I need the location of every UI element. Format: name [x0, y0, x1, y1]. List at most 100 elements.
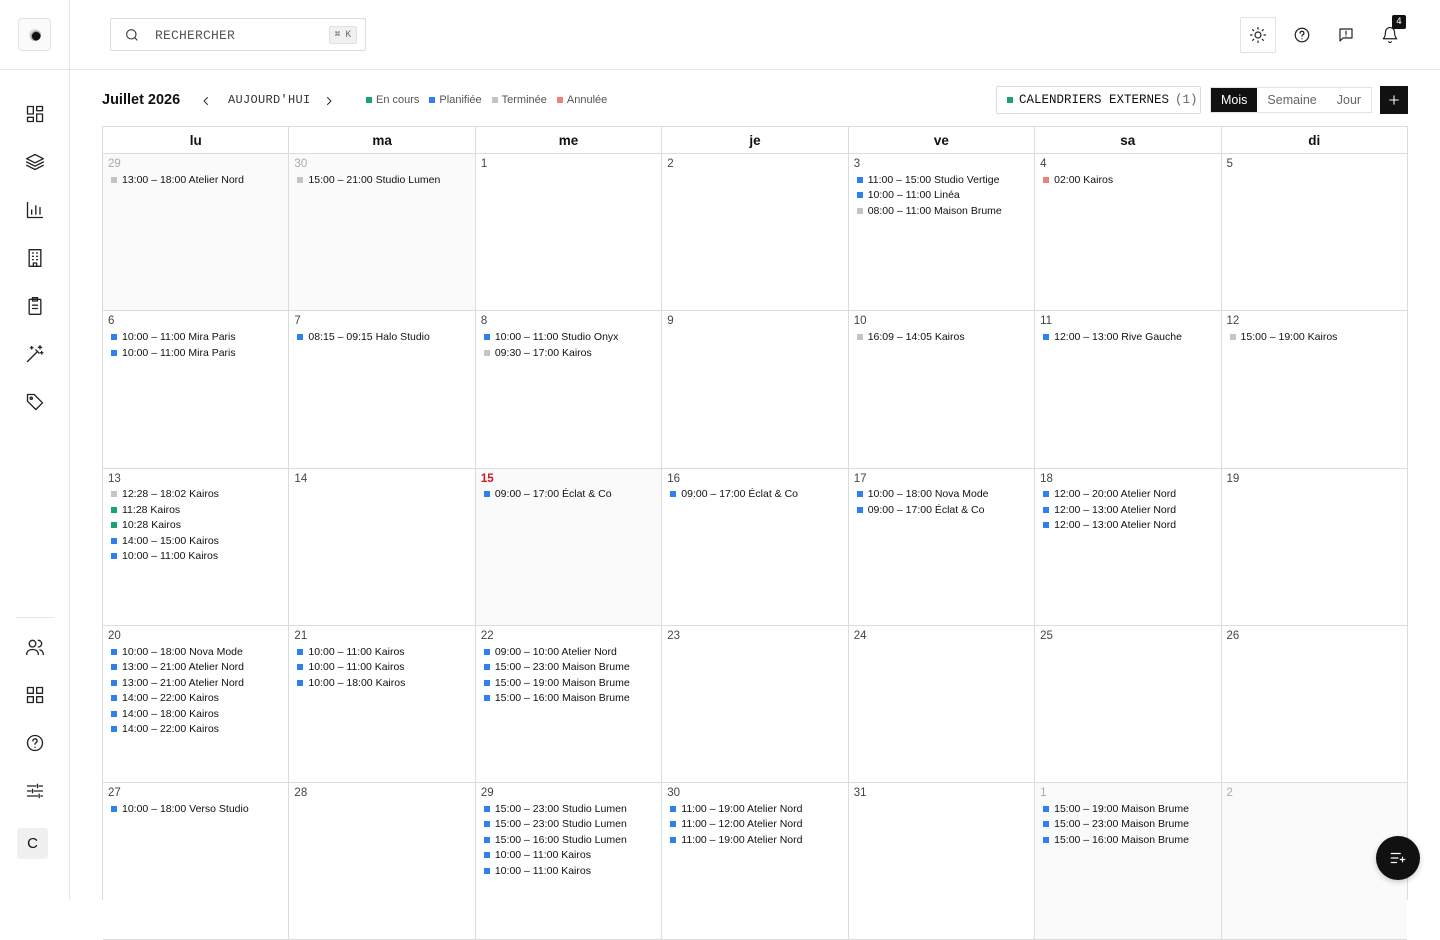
view-month-button[interactable]: Mois	[1211, 88, 1258, 112]
calendar-event[interactable]: 15:00 – 23:00 Maison Brume	[481, 659, 656, 675]
calendar-event[interactable]: 09:00 – 10:00 Atelier Nord	[481, 644, 656, 660]
calendar-event[interactable]: 10:00 – 18:00 Verso Studio	[108, 801, 283, 817]
day-cell[interactable]: 24	[849, 625, 1036, 783]
feedback-button[interactable]	[1328, 17, 1364, 53]
sliders-icon[interactable]	[23, 779, 47, 803]
calendar-event[interactable]: 08:15 – 09:15 Halo Studio	[294, 329, 469, 345]
prev-month-button[interactable]	[195, 90, 217, 112]
calendar-event[interactable]: 10:00 – 18:00 Kairos	[294, 675, 469, 691]
calendar-event[interactable]: 10:00 – 11:00 Kairos	[294, 659, 469, 675]
day-cell[interactable]: 13 12:28 – 18:02 Kairos 11:28 Kairos 10:28 …	[103, 468, 290, 625]
calendar-event[interactable]: 10:00 – 11:00 Kairos	[481, 863, 656, 879]
app-logo[interactable]	[18, 18, 51, 51]
calendar-event[interactable]: 10:00 – 11:00 Studio Onyx	[481, 329, 656, 345]
day-cell[interactable]: 29 13:00 – 18:00 Atelier Nord	[103, 154, 290, 311]
search-input[interactable]	[155, 25, 315, 45]
calendar-event[interactable]: 15:00 – 16:00 Studio Lumen	[481, 832, 656, 848]
apps-icon[interactable]	[23, 683, 47, 707]
day-cell[interactable]: 1	[476, 154, 663, 311]
day-cell[interactable]: 29 15:00 – 23:00 Studio Lumen 15:00 – 23:0…	[476, 783, 663, 940]
day-cell[interactable]: 17 10:00 – 18:00 Nova Mode 09:00 – 17:00 É…	[849, 468, 1036, 625]
calendar-event[interactable]: 15:00 – 23:00 Studio Lumen	[481, 817, 656, 833]
view-day-button[interactable]: Jour	[1327, 88, 1371, 112]
calendar-event[interactable]: 12:00 – 13:00 Rive Gauche	[1040, 329, 1215, 345]
day-cell[interactable]: 23	[662, 625, 849, 783]
calendar-event[interactable]: 10:00 – 11:00 Kairos	[294, 644, 469, 660]
magic-wand-icon[interactable]	[23, 342, 47, 366]
calendar-event[interactable]: 08:00 – 11:00 Maison Brume	[854, 203, 1029, 219]
building-icon[interactable]	[23, 246, 47, 270]
calendar-event[interactable]: 15:00 – 21:00 Studio Lumen	[294, 172, 469, 188]
day-cell[interactable]: 2	[662, 154, 849, 311]
day-cell[interactable]: 27 10:00 – 18:00 Verso Studio	[103, 783, 290, 940]
calendar-event[interactable]: 15:00 – 23:00 Studio Lumen	[481, 801, 656, 817]
calendar-event[interactable]: 10:00 – 11:00 Linéa	[854, 188, 1029, 204]
help-button[interactable]	[1284, 17, 1320, 53]
calendar-event[interactable]: 15:00 – 19:00 Kairos	[1227, 329, 1402, 345]
calendar-event[interactable]: 11:00 – 12:00 Atelier Nord	[667, 817, 842, 833]
day-cell[interactable]: 20 10:00 – 18:00 Nova Mode 13:00 – 21:00 A…	[103, 625, 290, 783]
day-cell[interactable]: 9	[662, 311, 849, 468]
theme-toggle-button[interactable]	[1240, 17, 1276, 53]
calendar-event[interactable]: 09:30 – 17:00 Kairos	[481, 345, 656, 361]
calendar-event[interactable]: 15:00 – 19:00 Maison Brume	[481, 675, 656, 691]
day-cell[interactable]: 7 08:15 – 09:15 Halo Studio	[289, 311, 476, 468]
notifications-button[interactable]: 4	[1372, 15, 1408, 53]
calendar-event[interactable]: 10:00 – 18:00 Nova Mode	[108, 644, 283, 660]
users-icon[interactable]	[23, 635, 47, 659]
day-cell[interactable]: 21 10:00 – 11:00 Kairos 10:00 – 11:00 Kair…	[289, 625, 476, 783]
calendar-event[interactable]: 13:00 – 21:00 Atelier Nord	[108, 675, 283, 691]
calendar-event[interactable]: 11:00 – 15:00 Studio Vertige	[854, 172, 1029, 188]
day-cell[interactable]: 10 16:09 – 14:05 Kairos	[849, 311, 1036, 468]
day-cell[interactable]: 31	[849, 783, 1036, 940]
calendar-event[interactable]: 11:28 Kairos	[108, 502, 283, 518]
calendar-event[interactable]: 12:00 – 20:00 Atelier Nord	[1040, 487, 1215, 503]
search-box[interactable]: ⌘ K	[110, 18, 366, 51]
calendar-event[interactable]: 14:00 – 22:00 Kairos	[108, 690, 283, 706]
calendar-event[interactable]: 02:00 Kairos	[1040, 172, 1215, 188]
day-cell[interactable]: 25	[1035, 625, 1222, 783]
day-cell[interactable]: 11 12:00 – 13:00 Rive Gauche	[1035, 311, 1222, 468]
calendar-event[interactable]: 14:00 – 15:00 Kairos	[108, 533, 283, 549]
clipboard-icon[interactable]	[23, 294, 47, 318]
calendar-event[interactable]: 15:00 – 16:00 Maison Brume	[1040, 832, 1215, 848]
calendar-event[interactable]: 11:00 – 19:00 Atelier Nord	[667, 832, 842, 848]
calendar-event[interactable]: 11:00 – 19:00 Atelier Nord	[667, 801, 842, 817]
tag-icon[interactable]	[23, 390, 47, 414]
calendar-event[interactable]: 10:00 – 11:00 Kairos	[481, 848, 656, 864]
chart-icon[interactable]	[23, 198, 47, 222]
day-cell-today[interactable]: 15 09:00 – 17:00 Éclat & Co	[475, 468, 663, 625]
view-week-button[interactable]: Semaine	[1257, 88, 1326, 112]
day-cell[interactable]: 4 02:00 Kairos	[1035, 154, 1222, 311]
add-event-button[interactable]	[1380, 86, 1408, 114]
help-icon[interactable]	[23, 731, 47, 755]
calendar-event[interactable]: 14:00 – 18:00 Kairos	[108, 706, 283, 722]
day-cell[interactable]: 22 09:00 – 10:00 Atelier Nord 15:00 – 23:0…	[476, 625, 663, 783]
dashboard-icon[interactable]	[23, 102, 47, 126]
day-cell[interactable]: 18 12:00 – 20:00 Atelier Nord 12:00 – 13:0…	[1035, 468, 1222, 625]
avatar[interactable]: C	[17, 828, 48, 859]
calendar-event[interactable]: 10:28 Kairos	[108, 518, 283, 534]
layers-icon[interactable]	[23, 150, 47, 174]
day-cell[interactable]: 26	[1222, 626, 1407, 782]
external-calendars-button[interactable]: CALENDRIERS EXTERNES (1)	[996, 86, 1201, 114]
calendar-event[interactable]: 10:00 – 11:00 Kairos	[108, 549, 283, 565]
day-cell[interactable]: 5	[1222, 154, 1407, 310]
calendar-event[interactable]: 13:00 – 18:00 Atelier Nord	[108, 172, 283, 188]
calendar-event[interactable]: 10:00 – 18:00 Nova Mode	[854, 487, 1029, 503]
calendar-event[interactable]: 12:00 – 13:00 Atelier Nord	[1040, 502, 1215, 518]
calendar-event[interactable]: 12:28 – 18:02 Kairos	[108, 487, 283, 503]
today-button[interactable]: AUJOURD'HUI	[228, 93, 311, 107]
day-cell[interactable]: 28	[289, 783, 476, 940]
calendar-event[interactable]: 09:00 – 17:00 Éclat & Co	[854, 502, 1029, 518]
day-cell[interactable]: 19	[1222, 469, 1407, 625]
day-cell[interactable]: 8 10:00 – 11:00 Studio Onyx 09:30 – 17:00 …	[476, 311, 663, 468]
calendar-event[interactable]: 09:00 – 17:00 Éclat & Co	[481, 487, 656, 503]
calendar-event[interactable]: 15:00 – 23:00 Maison Brume	[1040, 817, 1215, 833]
calendar-event[interactable]: 12:00 – 13:00 Atelier Nord	[1040, 518, 1215, 534]
day-cell[interactable]: 12 15:00 – 19:00 Kairos	[1222, 311, 1407, 467]
day-cell[interactable]: 3 11:00 – 15:00 Studio Vertige 10:00 – 11:…	[849, 154, 1036, 311]
calendar-event[interactable]: 13:00 – 21:00 Atelier Nord	[108, 659, 283, 675]
day-cell[interactable]: 6 10:00 – 11:00 Mira Paris 10:00 – 11:00 M…	[103, 311, 290, 468]
calendar-event[interactable]: 10:00 – 11:00 Mira Paris	[108, 345, 283, 361]
